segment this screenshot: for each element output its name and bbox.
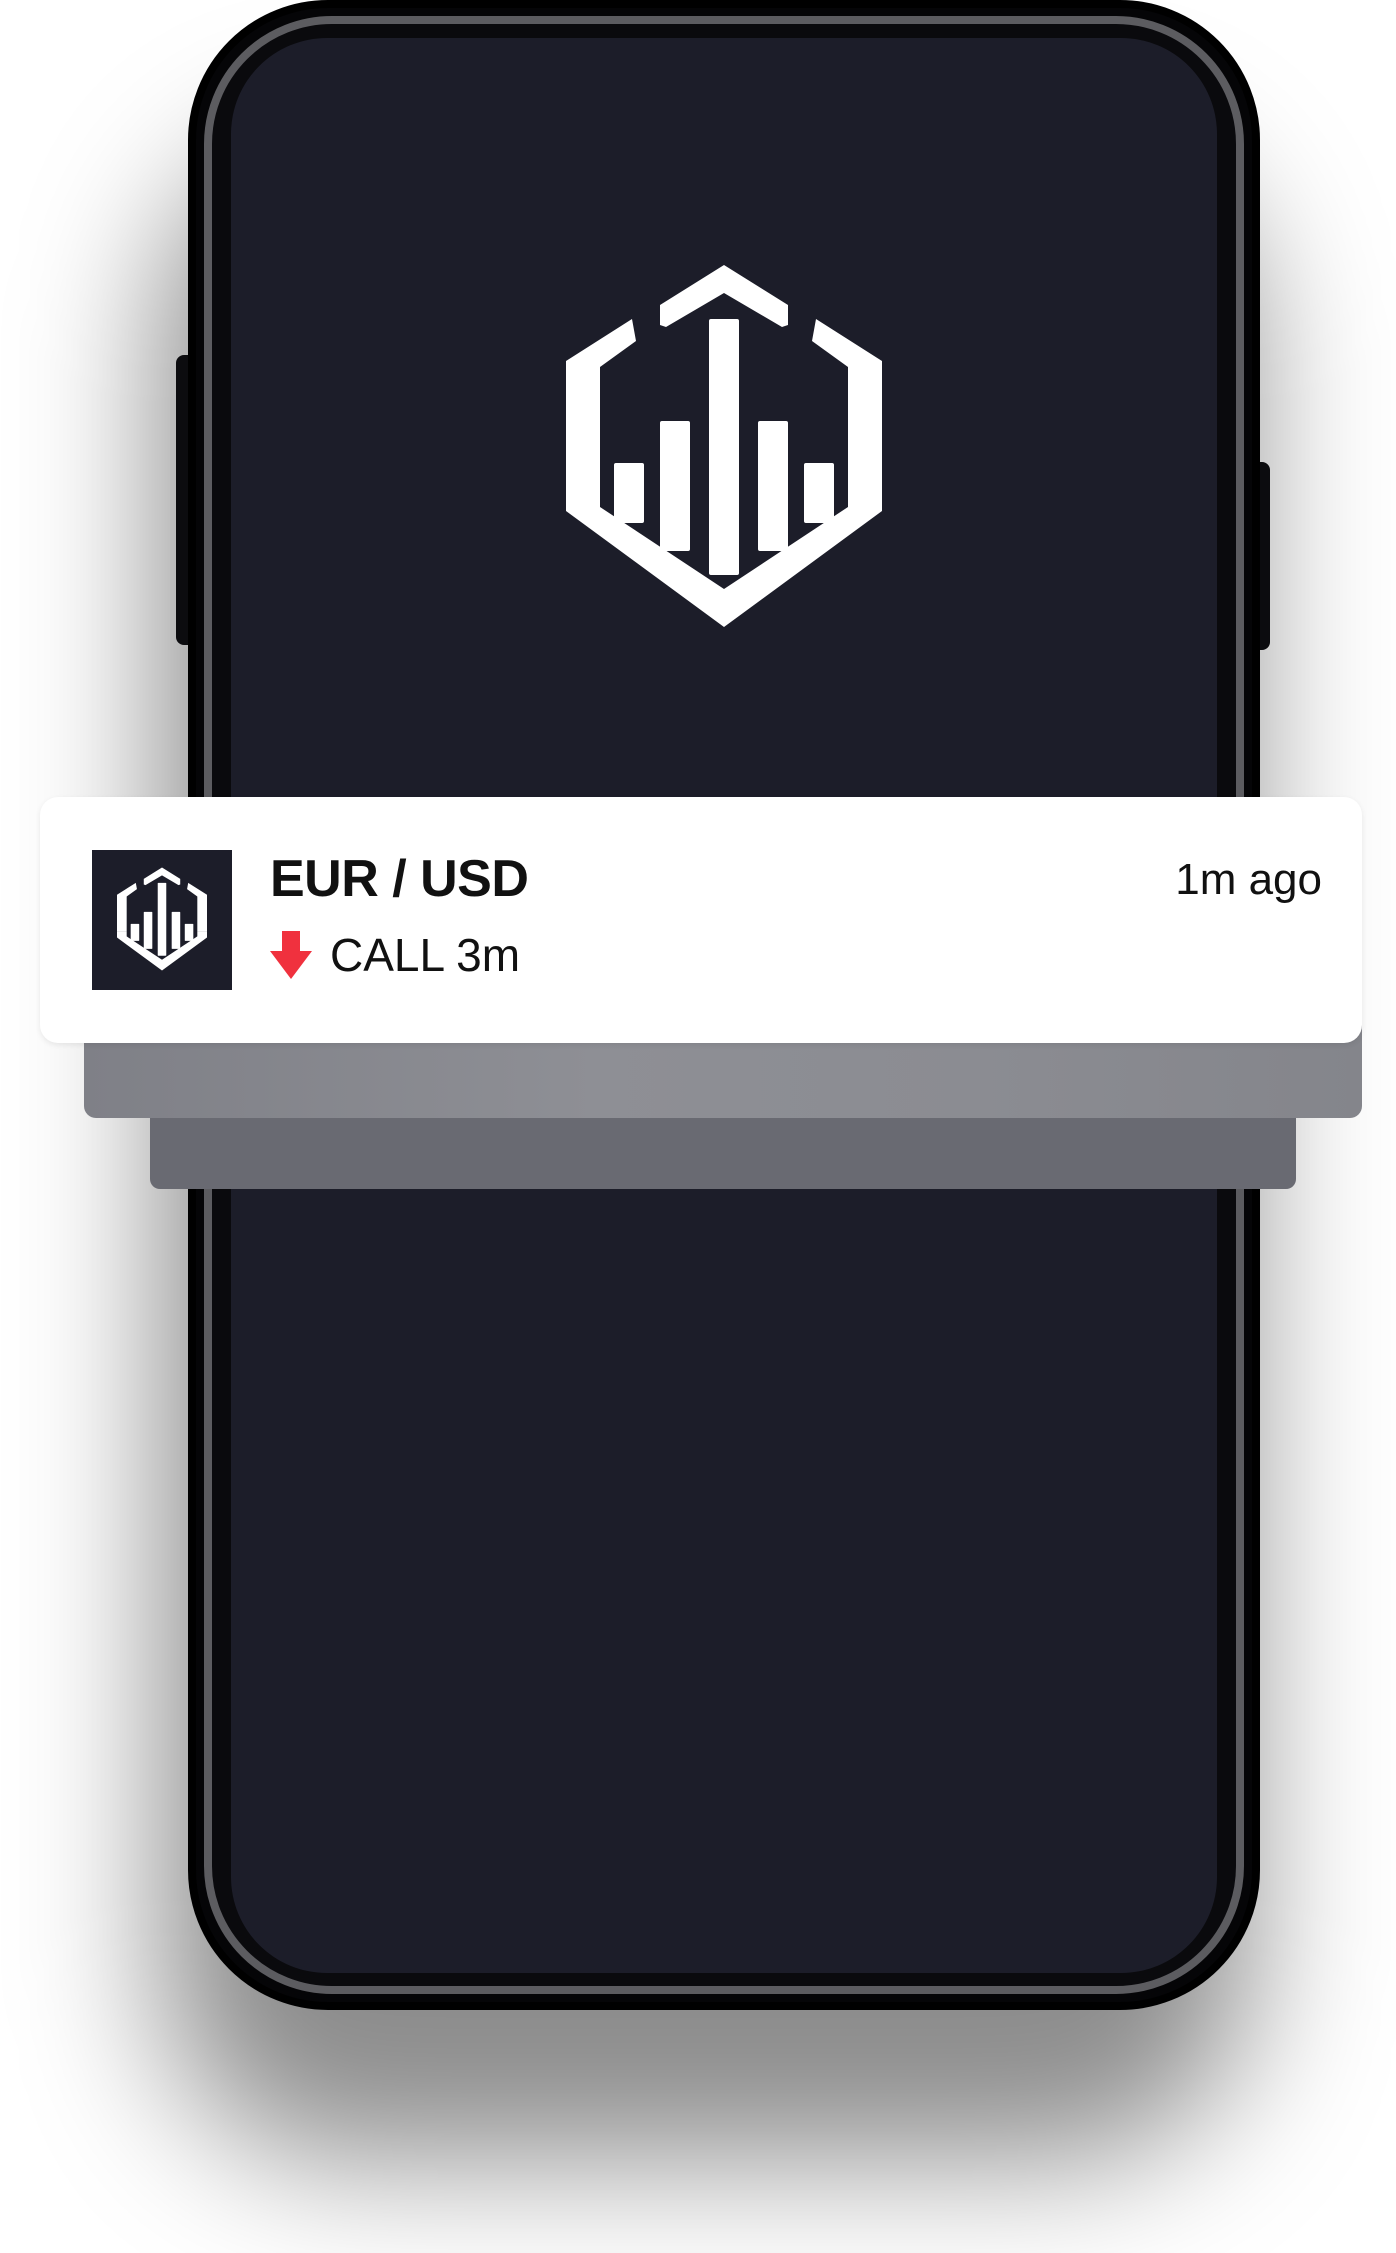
notification-app-icon (92, 850, 232, 990)
arrow-down-icon (270, 931, 312, 979)
notification-title: EUR / USD (270, 850, 529, 908)
app-logo-icon (566, 265, 882, 627)
push-notification[interactable]: EUR / USD 1m ago CALL 3m (40, 797, 1362, 1043)
notification-message: CALL 3m (330, 929, 521, 981)
notification-time: 1m ago (1175, 855, 1322, 904)
phone-mockup-scene: EUR / USD 1m ago CALL 3m (0, 0, 1396, 2253)
notification-body: CALL 3m (270, 927, 520, 983)
hexagon-chart-logo-icon (117, 867, 207, 971)
